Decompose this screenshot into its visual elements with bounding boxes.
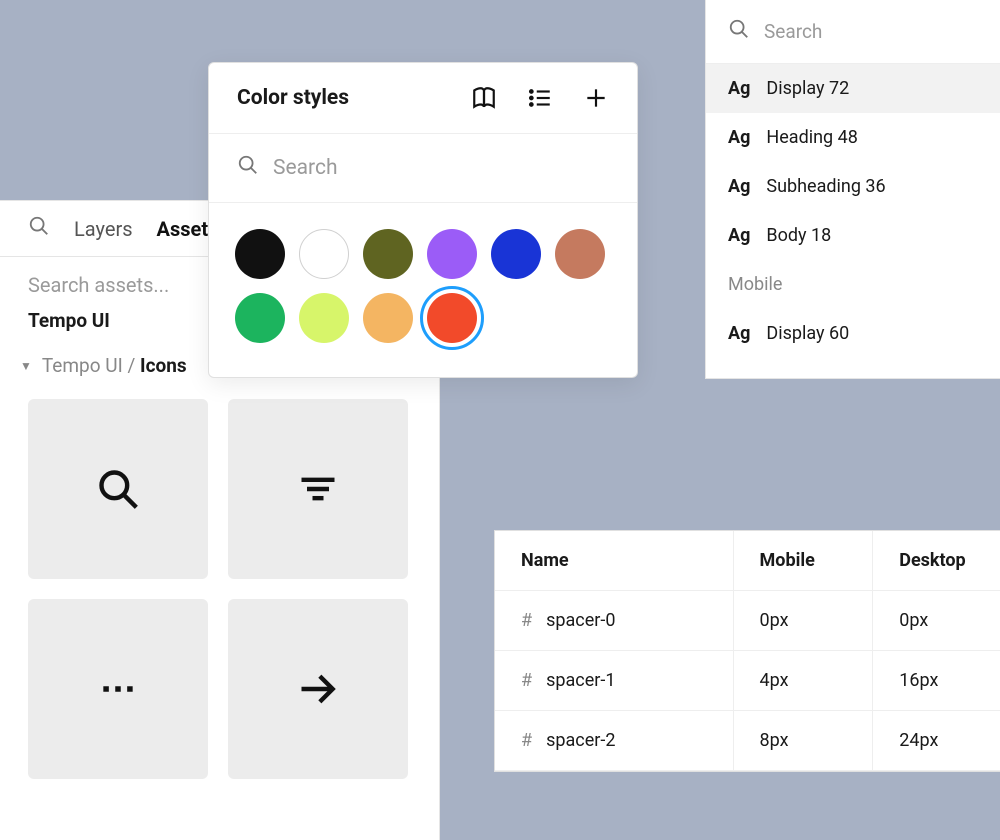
more-icon [96,667,140,711]
arrow-right-icon [296,667,340,711]
spacer-mobile: 8px [733,711,873,771]
swatch-grid [209,203,637,377]
text-style-label: Heading 48 [766,127,857,148]
book-icon[interactable] [471,85,497,111]
plus-icon[interactable] [583,85,609,111]
color-swatch-9[interactable] [427,293,477,343]
table-row[interactable]: # spacer-0 0px0px [495,591,1000,651]
group-path-prefix: Tempo UI / [42,354,140,377]
spacing-table-panel: Name Mobile Desktop # spacer-0 0px0px # spac… [494,530,1000,772]
spacing-table: Name Mobile Desktop # spacer-0 0px0px # spac… [495,531,1000,771]
text-styles-panel: Search Ag Display 72 Ag Heading 48 Ag Subhead… [705,0,1000,379]
table-row[interactable]: # spacer-1 4px16px [495,651,1000,711]
hash-icon: # [521,670,532,691]
color-search-row[interactable]: Search [209,134,637,203]
ag-glyph: Ag [728,323,750,344]
spacer-name: spacer-1 [546,670,615,691]
color-swatch-0[interactable] [235,229,285,279]
asset-tile-arrow[interactable] [228,599,408,779]
ag-glyph: Ag [728,127,750,148]
color-swatch-4[interactable] [491,229,541,279]
text-search-placeholder: Search [764,20,822,43]
text-style-row[interactable]: Ag Display 60 [706,309,1000,358]
spacer-desktop: 0px [873,591,1000,651]
tab-layers[interactable]: Layers [74,217,133,241]
color-swatch-1[interactable] [299,229,349,279]
color-swatch-3[interactable] [427,229,477,279]
text-search-row[interactable]: Search [706,0,1000,64]
list-icon[interactable] [527,85,553,111]
color-swatch-8[interactable] [363,293,413,343]
color-search-placeholder: Search [273,156,338,180]
color-styles-panel: Color styles Search [208,62,638,378]
text-style-row[interactable]: Ag Subheading 36 [706,162,1000,211]
asset-tile-search[interactable] [28,399,208,579]
ag-glyph: Ag [728,225,750,246]
col-mobile: Mobile [733,531,873,591]
search-icon [237,154,259,182]
color-swatch-2[interactable] [363,229,413,279]
spacer-mobile: 4px [733,651,873,711]
col-name: Name [495,531,733,591]
search-icon [96,467,140,511]
spacer-mobile: 0px [733,591,873,651]
group-path-name: Icons [140,354,187,377]
color-swatch-5[interactable] [555,229,605,279]
chevron-down-icon: ▼ [20,359,32,373]
color-swatch-6[interactable] [235,293,285,343]
text-section-mobile: Mobile [706,260,1000,309]
spacer-name: spacer-2 [546,730,615,751]
table-row[interactable]: # spacer-2 8px24px [495,711,1000,771]
assets-grid [0,387,439,791]
text-style-row[interactable]: Ag Heading 48 [706,113,1000,162]
filter-icon [296,467,340,511]
asset-tile-filter[interactable] [228,399,408,579]
col-desktop: Desktop [873,531,1000,591]
spacer-name: spacer-0 [546,610,615,631]
hash-icon: # [521,610,532,631]
spacer-desktop: 16px [873,651,1000,711]
text-style-label: Display 72 [766,78,849,99]
text-style-row[interactable]: Ag Display 72 [706,64,1000,113]
ag-glyph: Ag [728,176,750,197]
spacer-desktop: 24px [873,711,1000,771]
color-swatch-7[interactable] [299,293,349,343]
color-panel-header: Color styles [209,63,637,134]
text-style-row[interactable]: Ag Body 18 [706,211,1000,260]
color-panel-title: Color styles [237,86,349,110]
text-style-label: Subheading 36 [766,176,885,197]
asset-tile-more[interactable] [28,599,208,779]
text-style-label: Display 60 [766,323,849,344]
search-icon [728,18,750,45]
hash-icon: # [521,730,532,751]
table-header-row: Name Mobile Desktop [495,531,1000,591]
ag-glyph: Ag [728,78,750,99]
text-style-label: Body 18 [766,225,831,246]
search-icon[interactable] [28,215,50,242]
